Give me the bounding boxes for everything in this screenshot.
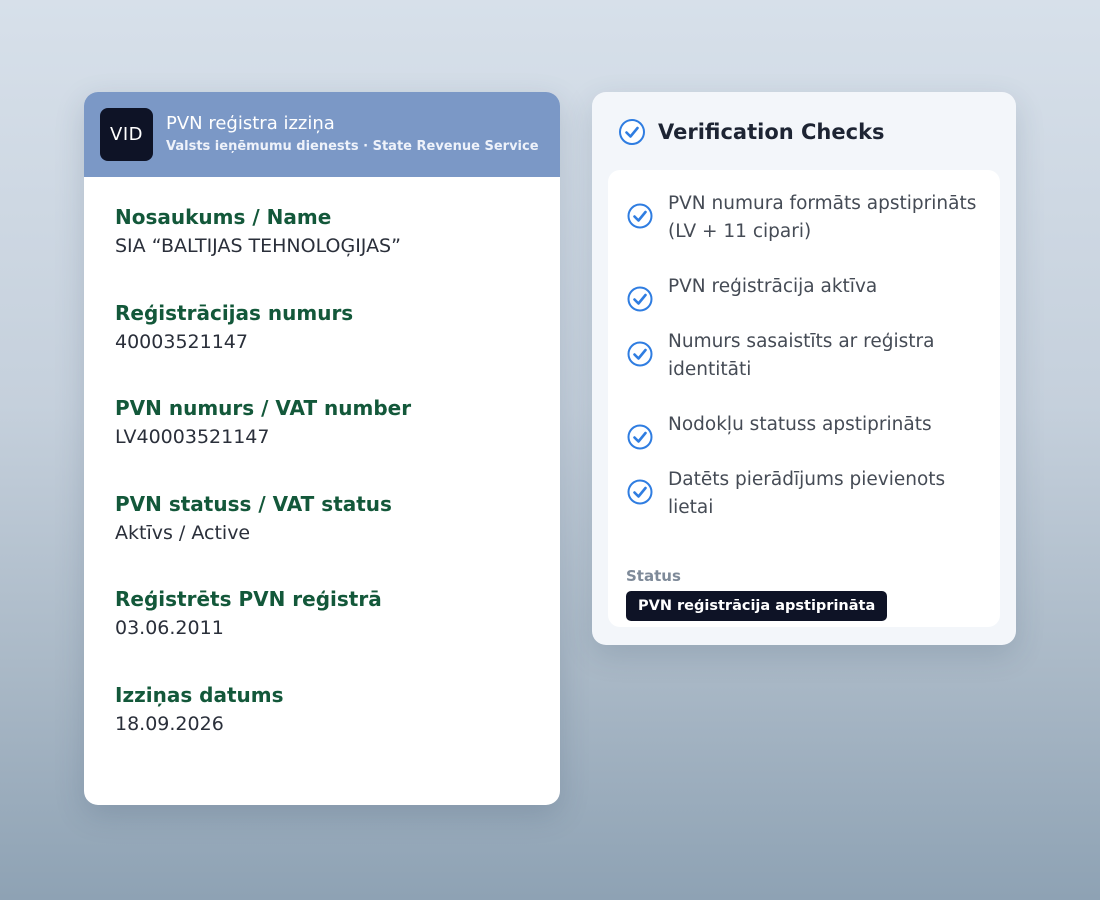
field-label: Reģistrācijas numurs	[115, 300, 354, 325]
field-label: Izziņas datums	[115, 682, 284, 707]
field-registration-number: Reģistrācijas numurs 40003521147	[115, 300, 560, 396]
field-label: PVN numurs / VAT number	[115, 396, 412, 420]
check-text: PVN reģistrācija aktīva	[668, 276, 878, 297]
check-item: Nodokļu statuss apstiprināts	[626, 411, 982, 451]
check-text: Numurs sasaistīts ar reģistra identitāti	[668, 331, 935, 380]
field-label: Nosaukums / Name	[115, 205, 332, 229]
field-certificate-date: Izziņas datums 18.09.2026	[115, 682, 560, 778]
check-item: Datēts pierādījums pievienots lietai	[626, 466, 982, 522]
field-vat-status: PVN statuss / VAT status Aktīvs / Active	[115, 491, 560, 587]
certificate-header-text: PVN reģistra izziņa Valsts ieņēmumu dien…	[166, 113, 539, 156]
check-text: PVN numura formāts apstiprināts (LV + 11…	[668, 193, 977, 242]
field-vat-number: PVN numurs / VAT number LV40003521147	[115, 395, 560, 491]
status-badge: PVN reģistrācija apstiprināta	[626, 591, 888, 621]
status-label: Status	[626, 567, 681, 585]
field-value: 03.06.2011	[115, 617, 224, 639]
vid-logo: VID	[100, 108, 153, 161]
verification-title: Verification Checks	[658, 120, 885, 144]
field-name: Nosaukums / Name SIA “BALTIJAS TEHNOLOĢI…	[115, 204, 560, 300]
check-circle-icon	[627, 424, 653, 450]
checks-panel: PVN numura formāts apstiprināts (LV + 11…	[608, 170, 1000, 627]
check-circle-icon	[627, 286, 653, 312]
check-circle-icon	[619, 119, 645, 145]
verification-card: Verification Checks PVN numura formāts a…	[592, 92, 1016, 645]
check-circle-icon	[627, 479, 653, 505]
certificate-header: VID PVN reģistra izziņa Valsts ieņēmumu …	[84, 92, 560, 177]
field-value: 18.09.2026	[115, 712, 224, 735]
field-value: LV40003521147	[115, 426, 270, 448]
field-label: Reģistrēts PVN reģistrā	[115, 587, 382, 611]
verification-header: Verification Checks	[618, 118, 885, 146]
check-item: PVN reģistrācija aktīva	[626, 273, 982, 313]
field-label: PVN statuss / VAT status	[115, 491, 392, 516]
check-text: Datēts pierādījums pievienots lietai	[668, 469, 946, 518]
check-circle-icon	[627, 203, 653, 229]
field-value: 40003521147	[115, 330, 248, 353]
vat-certificate-card: VID PVN reģistra izziņa Valsts ieņēmumu …	[84, 92, 560, 805]
field-value: Aktīvs / Active	[115, 521, 251, 544]
check-circle-icon	[627, 341, 653, 367]
certificate-subtitle: Valsts ieņēmumu dienests · State Revenue…	[166, 139, 539, 154]
certificate-fields: Nosaukums / Name SIA “BALTIJAS TEHNOLOĢI…	[84, 177, 560, 777]
field-registered-date: Reģistrēts PVN reģistrā 03.06.2011	[115, 586, 560, 682]
check-item: PVN numura formāts apstiprināts (LV + 11…	[626, 190, 982, 246]
field-value: SIA “BALTIJAS TEHNOLOĢIJAS”	[115, 235, 401, 257]
check-text: Nodokļu statuss apstiprināts	[668, 414, 932, 435]
certificate-title: PVN reģistra izziņa	[166, 113, 335, 134]
check-item: Numurs sasaistīts ar reģistra identitāti	[626, 328, 982, 384]
